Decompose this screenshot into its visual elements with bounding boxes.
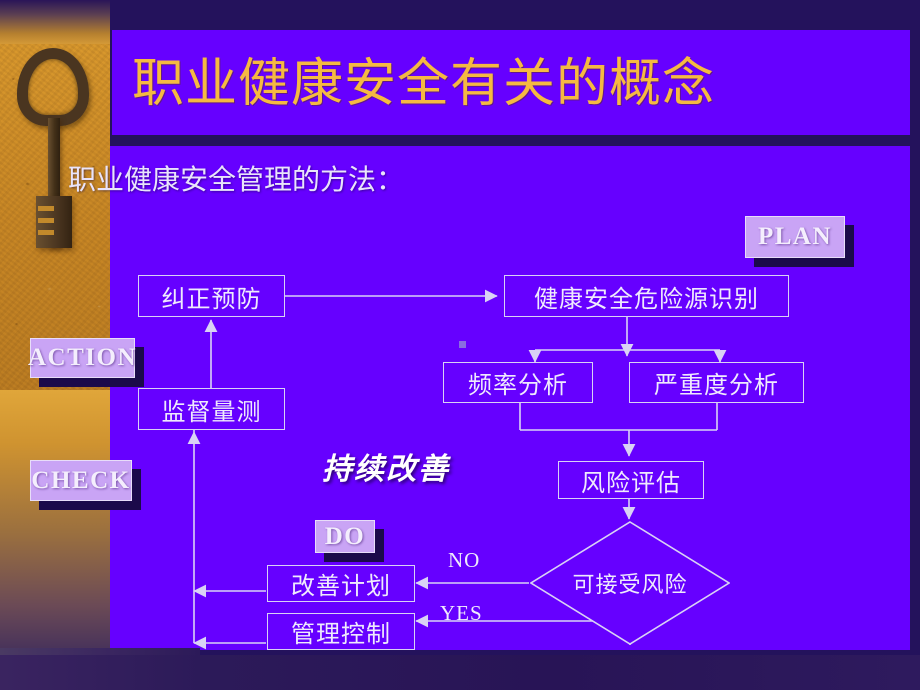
flow-box-label: 频率分析 — [468, 371, 568, 399]
badge-do[interactable]: DO — [315, 520, 384, 562]
badge-check[interactable]: CHECK — [30, 460, 141, 510]
flow-box-label: 管理控制 — [291, 620, 391, 648]
flow-box-corrective[interactable]: 纠正预防 — [138, 275, 285, 317]
slide-root: 职业健康安全有关的概念 职业健康安全管理的方法： 纠正预防 监督量测 健康安全危… — [0, 0, 920, 690]
badge-action[interactable]: ACTION — [28, 338, 144, 387]
badge-face: PLAN — [745, 216, 845, 258]
flow-decision-acceptable-risk[interactable]: 可接受风险 — [530, 521, 730, 645]
badge-plan[interactable]: PLAN — [745, 216, 854, 267]
flow-box-frequency[interactable]: 频率分析 — [443, 362, 593, 403]
flow-box-label: 健康安全危险源识别 — [534, 284, 759, 313]
flow-box-severity[interactable]: 严重度分析 — [629, 362, 804, 403]
flow-box-label: 监督量测 — [161, 397, 262, 426]
edge-label-no: NO — [448, 548, 481, 572]
flow-box-management-control[interactable]: 管理控制 — [267, 613, 415, 650]
continuous-improvement-text: 持续改善 — [322, 452, 450, 487]
photo-sky-gradient — [0, 0, 110, 48]
flow-box-monitor[interactable]: 监督量测 — [138, 388, 285, 430]
badge-face: ACTION — [28, 338, 136, 378]
flow-box-improvement-plan[interactable]: 改善计划 — [267, 565, 415, 602]
page-title: 职业健康安全有关的概念 — [132, 54, 716, 114]
flow-box-label: 纠正预防 — [161, 284, 262, 313]
flow-box-hazard[interactable]: 健康安全危险源识别 — [504, 275, 789, 317]
photo-lower-gradient — [0, 390, 110, 690]
badge-face: CHECK — [30, 460, 132, 501]
flow-box-label: 严重度分析 — [654, 371, 779, 399]
key-icon-tooth — [38, 206, 54, 211]
badge-face: DO — [315, 520, 375, 553]
stray-pixel-artifact — [459, 341, 466, 348]
slide-footer: 2019-8-3 谢谢观赏 2 — [0, 655, 920, 690]
key-icon-bit — [36, 196, 72, 248]
section-subtitle: 职业健康安全管理的方法： — [68, 163, 405, 196]
flow-box-risk-evaluation[interactable]: 风险评估 — [558, 461, 704, 499]
decision-label: 可接受风险 — [572, 573, 688, 598]
flow-box-label: 改善计划 — [291, 572, 391, 600]
edge-label-yes: YES — [440, 601, 483, 625]
flow-box-label: 风险评估 — [581, 468, 681, 497]
key-icon-tooth — [38, 230, 54, 235]
key-icon-tooth — [38, 218, 54, 223]
